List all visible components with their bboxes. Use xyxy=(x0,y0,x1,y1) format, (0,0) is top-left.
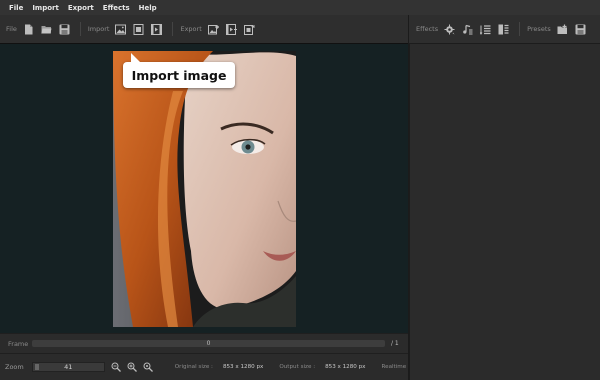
status-bar: Zoom 41 Original size : 853 x 1280 px Ou… xyxy=(0,353,408,380)
toolbar-file-label: File xyxy=(6,25,17,33)
toolbar-separator xyxy=(79,22,81,36)
new-file-icon[interactable] xyxy=(23,24,34,35)
import-image-tooltip: Import image xyxy=(123,53,235,88)
save-icon[interactable] xyxy=(59,24,70,35)
toolbar-presets-label: Presets xyxy=(527,25,551,33)
import-video-icon[interactable] xyxy=(151,23,163,35)
toolbar-import-label: Import xyxy=(87,25,110,33)
list-icon[interactable] xyxy=(480,24,491,35)
frame-total: / 1 xyxy=(391,340,399,347)
toolbar-separator xyxy=(519,22,521,36)
import-image-sequence-icon[interactable] xyxy=(133,23,144,35)
original-size-value: 853 x 1280 px xyxy=(222,364,264,370)
realtime-label: Realtime xyxy=(381,364,407,370)
tooltip-text: Import image xyxy=(131,67,227,83)
effects-panel xyxy=(409,43,600,380)
frame-slider[interactable]: 0 xyxy=(32,340,385,347)
menu-import[interactable]: Import xyxy=(32,4,59,12)
open-folder-icon[interactable] xyxy=(41,24,52,35)
main-toolbar: File Import Export xyxy=(0,15,408,43)
zoom-fit-icon[interactable] xyxy=(111,362,122,373)
toolbar-effects-label: Effects xyxy=(416,25,439,33)
zoom-actual-size-icon[interactable] xyxy=(143,362,154,373)
frame-value: 0 xyxy=(206,340,211,347)
zoom-value: 41 xyxy=(64,363,73,371)
export-image-icon[interactable] xyxy=(207,24,219,35)
menu-help[interactable]: Help xyxy=(139,4,157,12)
toolbar-export-label: Export xyxy=(180,25,202,33)
frame-label: Frame xyxy=(8,339,29,348)
zoom-in-icon[interactable] xyxy=(127,362,138,373)
add-preset-icon[interactable] xyxy=(557,24,568,35)
import-image-icon[interactable] xyxy=(115,24,127,35)
zoom-label: Zoom xyxy=(5,363,24,371)
frame-bar: Frame 0 / 1 xyxy=(0,333,408,353)
preview-image xyxy=(113,51,296,327)
output-size-value: 853 x 1280 px xyxy=(325,364,366,370)
toolbar-separator xyxy=(172,22,174,36)
layers-icon[interactable] xyxy=(498,24,509,35)
tooltip-arrow xyxy=(131,53,140,62)
original-size-label: Original size : xyxy=(174,364,213,370)
zoom-slider[interactable]: 41 xyxy=(31,362,105,372)
export-video-icon[interactable] xyxy=(225,23,237,35)
audio-note-icon[interactable] xyxy=(462,24,473,35)
export-gif-icon[interactable] xyxy=(243,24,255,35)
output-size-label: Output size : xyxy=(279,364,316,370)
menu-bar: File Import Export Effects Help xyxy=(0,0,600,15)
zoom-slider-handle[interactable] xyxy=(34,364,39,370)
effects-gear-icon[interactable] xyxy=(444,24,455,35)
menu-export[interactable]: Export xyxy=(68,4,94,12)
menu-effects[interactable]: Effects xyxy=(103,4,130,12)
side-toolbar: Effects Presets xyxy=(409,15,600,43)
menu-file[interactable]: File xyxy=(9,4,23,12)
save-preset-icon[interactable] xyxy=(575,24,586,35)
